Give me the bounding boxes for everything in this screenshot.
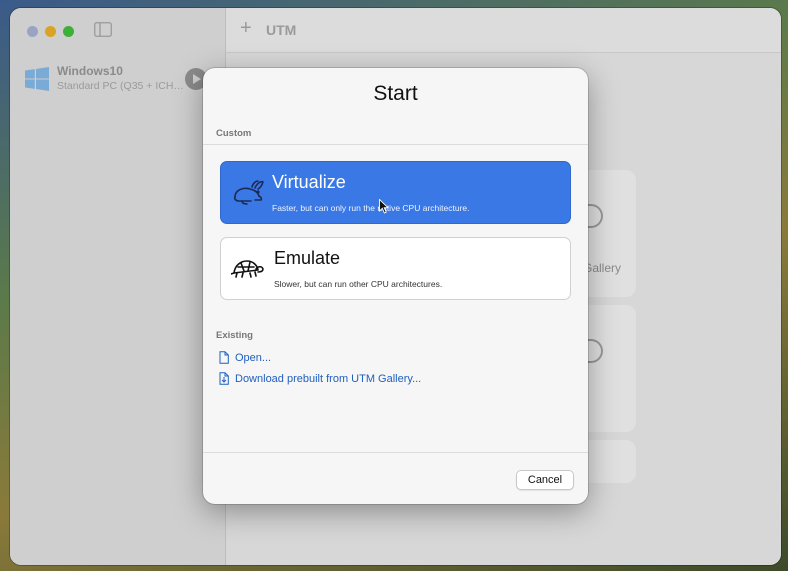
sidebar-toggle-icon[interactable]	[94, 22, 112, 37]
toolbar: + UTM	[226, 8, 781, 53]
mouse-cursor-icon	[379, 199, 389, 214]
download-document-icon	[219, 372, 229, 385]
background-card	[581, 440, 636, 483]
rabbit-icon	[233, 180, 264, 205]
virtualize-option[interactable]: Virtualize Faster, but can only run the …	[220, 161, 571, 224]
emulate-description: Slower, but can run other CPU architectu…	[274, 279, 443, 289]
background-card: t	[581, 305, 636, 432]
virtualize-title: Virtualize	[272, 172, 346, 192]
existing-section-label: Existing	[216, 330, 253, 341]
emulate-title: Emulate	[274, 248, 341, 268]
background-card: Gallery	[581, 170, 636, 297]
vm-name: Windows10	[57, 64, 123, 78]
custom-section-label: Custom	[216, 128, 252, 139]
download-gallery-link[interactable]: Download prebuilt from UTM Gallery...	[218, 372, 421, 385]
minimize-window-button[interactable]	[45, 26, 56, 37]
open-link-label: Open...	[235, 351, 272, 364]
vm-description: Standard PC (Q35 + ICH…	[57, 80, 184, 92]
zoom-window-button[interactable]	[63, 26, 74, 37]
sidebar: Windows10 Standard PC (Q35 + ICH…	[10, 8, 226, 565]
background-card-text: Gallery	[583, 261, 622, 275]
footer-divider	[203, 452, 588, 453]
windows-logo-icon	[25, 67, 49, 91]
open-link[interactable]: Open...	[218, 351, 271, 364]
emulate-option[interactable]: Emulate Slower, but can run other CPU ar…	[220, 237, 571, 300]
window-controls	[27, 26, 74, 37]
document-icon	[219, 351, 229, 364]
dialog-title: Start	[373, 82, 418, 105]
add-vm-icon[interactable]: +	[240, 17, 252, 40]
start-dialog: Start Custom Virtualize Faster, but can …	[203, 68, 588, 504]
download-link-label: Download prebuilt from UTM Gallery...	[235, 372, 422, 385]
virtualize-description: Faster, but can only run the native CPU …	[272, 203, 470, 213]
close-window-button[interactable]	[27, 26, 38, 37]
divider	[203, 144, 588, 145]
cancel-button[interactable]: Cancel	[516, 470, 574, 490]
app-title: UTM	[266, 22, 297, 38]
turtle-icon	[231, 260, 264, 278]
